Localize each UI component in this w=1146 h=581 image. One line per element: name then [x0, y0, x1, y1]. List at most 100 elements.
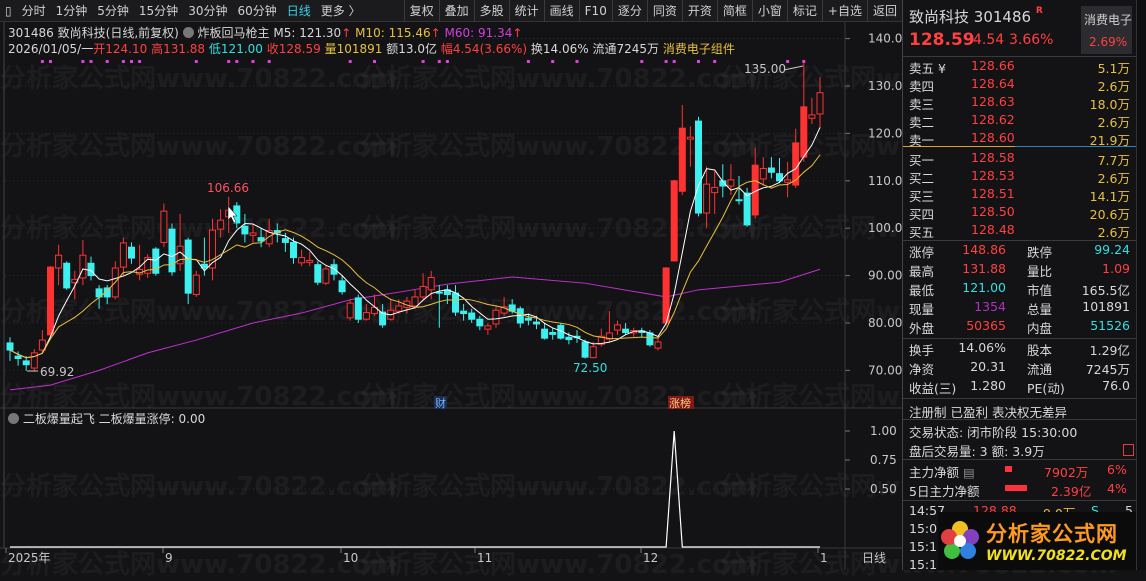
- candle: [160, 203, 168, 248]
- toolbar-button[interactable]: 开资: [681, 0, 717, 22]
- kline-chart[interactable]: 140.0130.0120.0110.0100.090.0080.0070.00…: [0, 0, 902, 570]
- x-tick-label: 10: [343, 551, 358, 565]
- candle: [47, 266, 54, 338]
- low-value: 121.00: [220, 42, 263, 56]
- toolbar-button[interactable]: 返回: [866, 0, 902, 22]
- ask-volume: 18.0万: [1089, 97, 1130, 112]
- toolbar-button[interactable]: 逐分: [611, 0, 647, 22]
- signal-marker: [786, 60, 790, 63]
- stat-value: 101891: [1082, 299, 1130, 314]
- signal-marker: [664, 60, 668, 63]
- candle: [686, 126, 694, 167]
- event-marker[interactable]: 涨榜: [669, 396, 691, 410]
- period-tab[interactable]: 15分钟: [134, 0, 183, 22]
- ask-volume: 2.6万: [1097, 79, 1130, 94]
- signal-marker: [49, 60, 52, 63]
- event-marker[interactable]: 财: [435, 396, 446, 410]
- signal-marker: [40, 60, 44, 63]
- price-annotation: 69.92: [40, 365, 74, 379]
- period-tab[interactable]: 日线: [282, 0, 316, 22]
- bid-label: 买二: [909, 171, 935, 186]
- list-icon[interactable]: ▤: [963, 465, 975, 480]
- bid-volume: 2.6万: [1097, 225, 1130, 240]
- sub-series-value: 0.00: [178, 412, 206, 426]
- signal-marker: [672, 60, 676, 63]
- period-tab[interactable]: 30分钟: [183, 0, 232, 22]
- toolbar-button[interactable]: 复权: [403, 0, 439, 22]
- price-tick-label: 120.0: [868, 126, 902, 140]
- candle: [144, 254, 152, 278]
- ma5-label: M5:: [273, 26, 296, 40]
- toolbar-button[interactable]: 统计: [508, 0, 544, 22]
- price-tick-label: 110.0: [868, 174, 902, 188]
- candle: [589, 341, 597, 359]
- candle: [468, 308, 476, 323]
- ma10-label: M10:: [355, 26, 385, 40]
- ask-price: 128.66: [971, 58, 1015, 73]
- candle: [622, 323, 630, 335]
- sub-indicator-title[interactable]: 二板爆量起飞: [23, 412, 95, 426]
- signal-marker: [640, 60, 644, 63]
- fundamental-label: 换手: [909, 343, 935, 358]
- high-value: 131.88: [163, 42, 206, 56]
- ask-label: 卖五 ¥: [909, 61, 946, 76]
- sector-link[interactable]: 消费电子组件: [663, 42, 735, 56]
- candle: [346, 299, 354, 321]
- low-label: 低: [208, 42, 221, 56]
- stat-value: 131.88: [962, 261, 1006, 276]
- candle: [638, 327, 646, 338]
- ask-label: 卖三: [909, 97, 935, 112]
- price-tick-label: 70.00: [868, 363, 902, 377]
- panel-toggle-icon[interactable]: ▯: [0, 0, 17, 22]
- toolbar-button[interactable]: F10: [578, 0, 612, 22]
- toolbar-button[interactable]: 叠加: [438, 0, 474, 22]
- sub-dropdown-icon[interactable]: [8, 413, 19, 424]
- indicator-name[interactable]: 炸板回马枪主: [198, 26, 270, 40]
- bid-price: 128.58: [971, 150, 1015, 165]
- amount-label: 额: [386, 42, 399, 56]
- period-label[interactable]: 日线: [862, 551, 886, 565]
- ma60-label: M60:: [444, 26, 475, 40]
- stat-label: 市值: [1027, 283, 1053, 298]
- period-tab[interactable]: 5分钟: [92, 0, 134, 22]
- stat-label: 最低: [909, 283, 935, 298]
- toolbar-button[interactable]: 同资: [646, 0, 682, 22]
- signal-marker: [227, 60, 231, 63]
- period-tab[interactable]: 分时: [17, 0, 51, 22]
- registration-badge: R: [1035, 6, 1043, 16]
- scrollbar[interactable]: [1136, 0, 1146, 570]
- signal-marker: [130, 60, 133, 63]
- sector-box[interactable]: 消费电子 2.69%: [1081, 6, 1132, 54]
- toolbar-button[interactable]: 多股: [473, 0, 509, 22]
- x-tick-label: 12: [643, 551, 658, 565]
- stat-label: 涨停: [909, 245, 935, 260]
- signal-marker: [697, 60, 700, 63]
- candle: [298, 249, 306, 267]
- price-tick-label: 140.0: [868, 32, 902, 46]
- bid-label: 买一: [909, 153, 935, 168]
- toolbar-button[interactable]: 简框: [716, 0, 752, 22]
- main-flow-pct: 6%: [1107, 462, 1127, 477]
- stat-label: 外盘: [909, 321, 935, 336]
- candle: [500, 296, 508, 316]
- toolbar-button[interactable]: +自选: [821, 0, 867, 22]
- sub-indicator-legend: 二板爆量起飞 二板爆量涨停: 0.00: [8, 410, 205, 427]
- fundamental-value: 1.280: [970, 378, 1006, 393]
- candle: [192, 270, 200, 297]
- candle: [200, 237, 208, 276]
- period-tab[interactable]: 更多 〉: [316, 0, 366, 22]
- ask-price: 128.64: [971, 76, 1015, 91]
- price-tick-label: 90.00: [868, 269, 902, 283]
- indicator-dropdown-icon[interactable]: [182, 27, 194, 38]
- toolbar-button[interactable]: 画线: [543, 0, 579, 22]
- candle: [614, 320, 621, 335]
- candle: [695, 116, 702, 217]
- date: 2026/01/05/一: [8, 42, 94, 56]
- period-tab[interactable]: 60分钟: [232, 0, 281, 22]
- stat-label: 内盘: [1027, 321, 1053, 336]
- period-tab[interactable]: 1分钟: [51, 0, 93, 22]
- toolbar-button[interactable]: 标记: [786, 0, 822, 22]
- signal-marker: [235, 60, 239, 63]
- toolbar-button[interactable]: 小窗: [751, 0, 787, 22]
- chart-icon[interactable]: [1123, 444, 1134, 456]
